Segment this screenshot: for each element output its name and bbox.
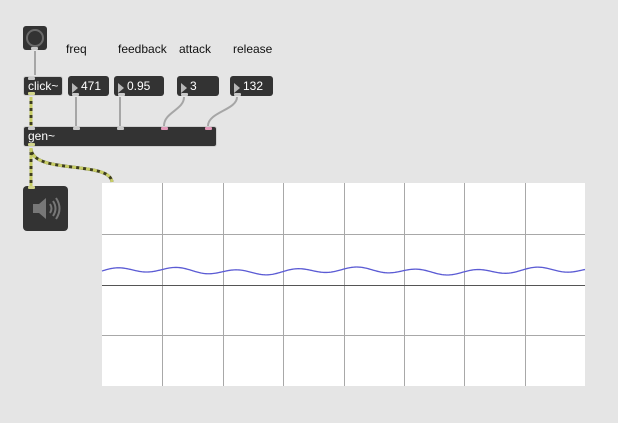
scope-waveform — [101, 266, 586, 276]
click-outlet[interactable] — [28, 92, 35, 95]
scope-canvas — [101, 183, 586, 386]
attack-outlet[interactable] — [181, 93, 188, 96]
feedback-number-box[interactable]: 0.95 — [114, 76, 164, 96]
number-arrow-icon — [181, 83, 187, 93]
freq-outlet[interactable] — [72, 93, 79, 96]
freq-label: freq — [66, 42, 87, 56]
gen-inlet-1[interactable] — [28, 127, 35, 130]
number-arrow-icon — [234, 83, 240, 93]
click-object-label: click~ — [28, 79, 59, 93]
scope-display[interactable] — [101, 183, 586, 386]
attack-number-box[interactable]: 3 — [177, 76, 219, 96]
gen-object-label: gen~ — [28, 129, 56, 143]
freq-number-box[interactable]: 471 — [68, 76, 109, 96]
gen-inlet-2[interactable] — [73, 127, 80, 130]
gen-inlet-4[interactable] — [161, 127, 168, 130]
speaker-icon — [33, 197, 61, 220]
gen-object[interactable]: gen~ — [23, 126, 217, 147]
bang-outlet[interactable] — [31, 47, 38, 50]
feedback-outlet[interactable] — [118, 93, 125, 96]
bang-button-icon — [26, 29, 44, 47]
attack-label: attack — [179, 42, 212, 56]
speaker-inlet-left[interactable] — [28, 186, 35, 189]
gen-inlet-5[interactable] — [205, 127, 212, 130]
release-outlet[interactable] — [234, 93, 241, 96]
gen-outlet[interactable] — [28, 143, 35, 146]
release-label: release — [233, 42, 273, 56]
freq-value: 471 — [81, 79, 102, 93]
number-arrow-icon — [72, 83, 78, 93]
click-object[interactable]: click~ — [23, 76, 63, 96]
release-value: 132 — [243, 79, 264, 93]
gen-inlet-3[interactable] — [117, 127, 124, 130]
feedback-value: 0.95 — [127, 79, 151, 93]
bang-button[interactable] — [23, 26, 47, 50]
feedback-label: feedback — [118, 42, 167, 56]
number-arrow-icon — [118, 83, 124, 93]
speaker-dac[interactable] — [23, 186, 68, 231]
click-inlet[interactable] — [28, 77, 35, 80]
release-number-box[interactable]: 132 — [230, 76, 273, 96]
attack-value: 3 — [190, 79, 197, 93]
